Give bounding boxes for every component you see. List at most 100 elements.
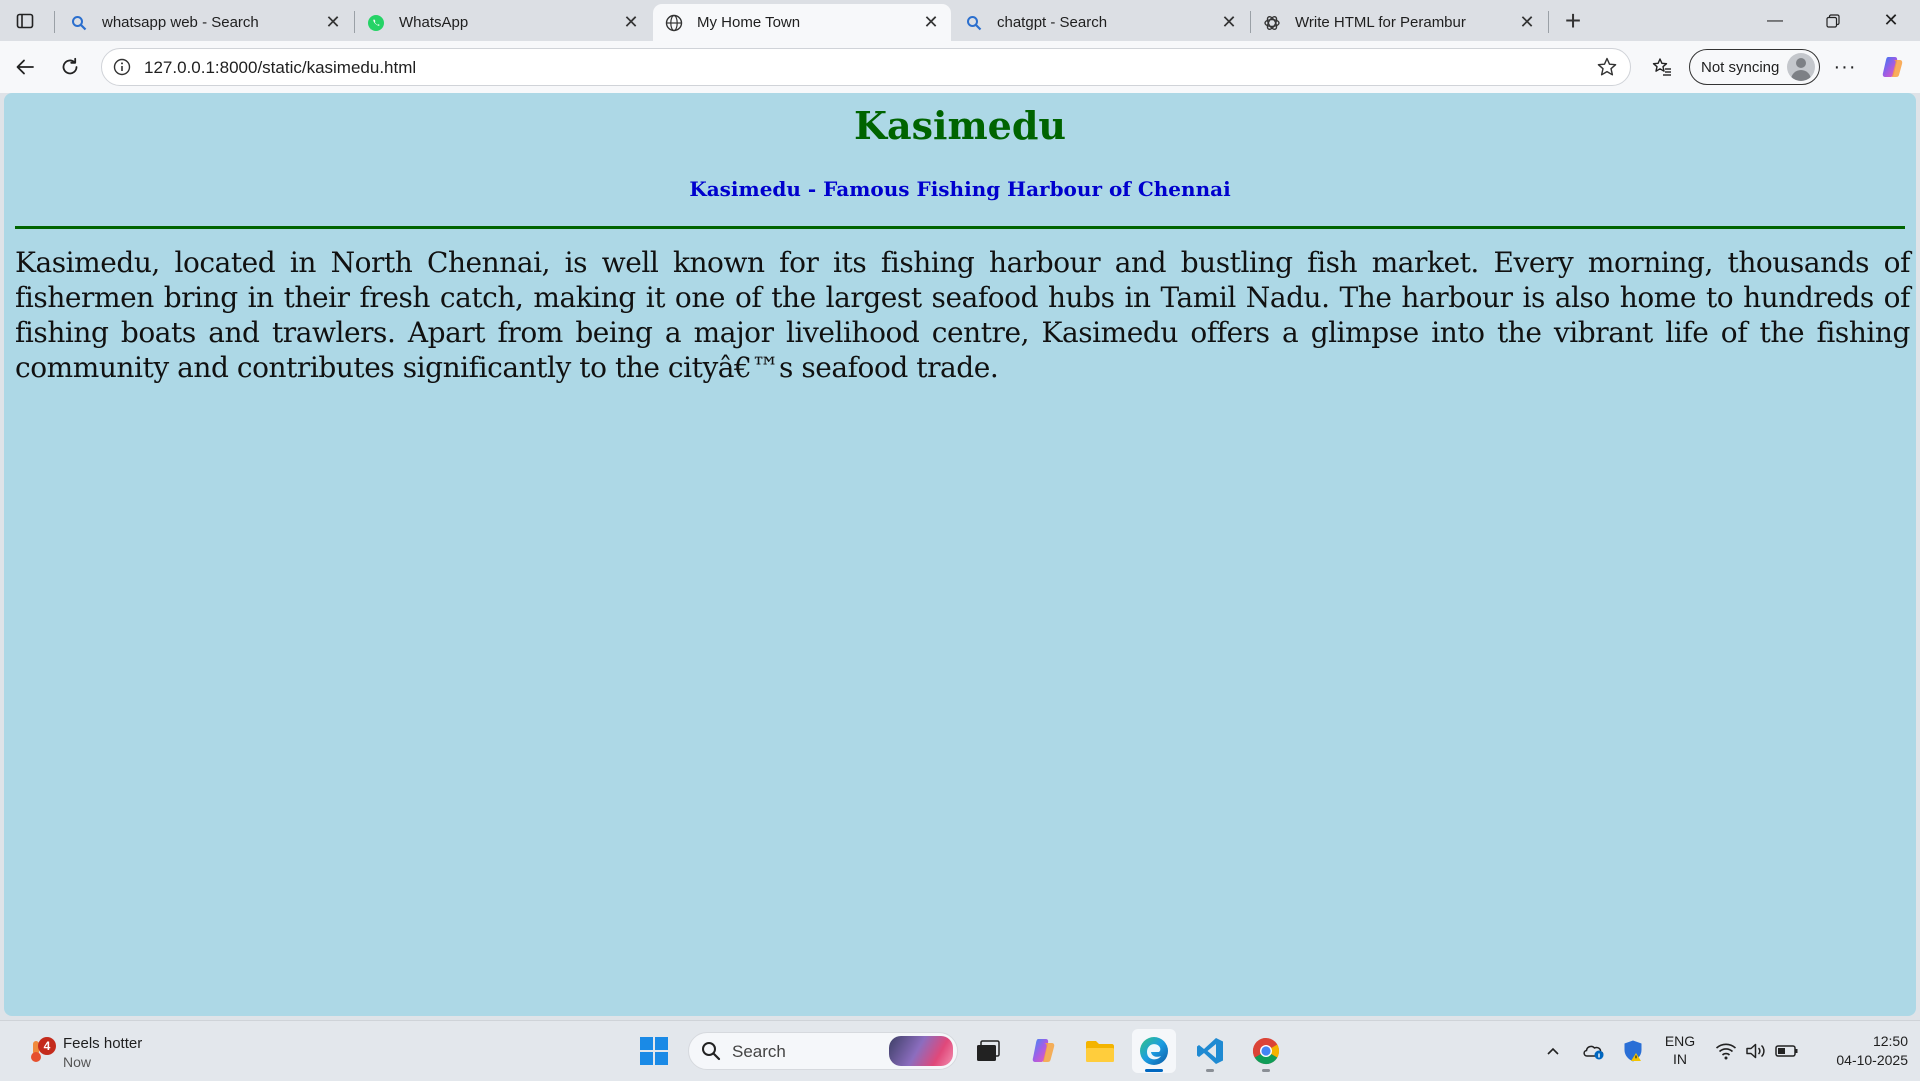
tab-title: WhatsApp [399,14,469,31]
minimize-icon: — [1767,11,1783,29]
favorites-icon [1652,58,1671,76]
favorite-star-icon[interactable] [1596,56,1618,78]
tab-actions-icon [16,13,34,29]
back-button[interactable] [8,50,42,84]
tab-separator [1548,11,1549,33]
volume-tray-button[interactable] [1744,1029,1768,1073]
tab-title: whatsapp web - Search [102,14,259,31]
back-arrow-icon [16,59,34,75]
start-button[interactable] [632,1029,676,1073]
sync-status-label: Not syncing [1701,58,1780,76]
show-hidden-icons-button[interactable] [1541,1029,1565,1073]
tab-my-home-town[interactable]: My Home Town ✕ [653,4,951,41]
new-tab-button[interactable]: + [1558,5,1588,36]
more-options-icon: ··· [1833,55,1857,78]
file-explorer-button[interactable] [1078,1029,1122,1073]
vscode-taskbar-button[interactable] [1188,1029,1232,1073]
wifi-tray-button[interactable] [1714,1029,1738,1073]
tab-strip: whatsapp web - Search ✕ WhatsApp ✕ My Ho… [0,0,1920,41]
task-view-button[interactable] [966,1029,1010,1073]
page-subtitle: Kasimedu - Famous Fishing Harbour of Che… [689,177,1231,201]
tab-write-html-perambur[interactable]: Write HTML for Perambur ✕ [1251,4,1547,41]
refresh-button[interactable] [53,50,87,84]
edge-taskbar-button[interactable] [1132,1029,1176,1073]
search-icon [702,1042,721,1061]
refresh-icon [62,57,78,75]
address-bar[interactable]: 127.0.0.1:8000/static/kasimedu.html [101,48,1631,86]
tab-whatsapp[interactable]: WhatsApp ✕ [355,4,651,41]
copilot-button[interactable] [1876,50,1910,84]
restore-button[interactable] [1804,0,1862,41]
search-placeholder: Search [732,1042,786,1061]
close-tab-icon[interactable]: ✕ [621,12,641,33]
close-tab-icon[interactable]: ✕ [1517,12,1537,33]
folder-icon [1086,1041,1114,1062]
tab-title: My Home Town [697,14,801,31]
search-icon [965,14,983,32]
tab-actions-button[interactable] [10,8,40,34]
minimize-button[interactable]: — [1746,0,1804,41]
browser-toolbar: 127.0.0.1:8000/static/kasimedu.html Not … [0,41,1920,93]
taskbar: 4 Feels hotter Now Search ENG IN 12:50 0… [0,1020,1920,1081]
weather-widget[interactable]: 4 Feels hotter Now [22,1029,172,1073]
close-window-button[interactable]: ✕ [1862,0,1920,41]
close-tab-icon[interactable]: ✕ [1219,12,1239,33]
avatar [1787,53,1815,81]
chevron-up-icon [1547,1047,1559,1055]
settings-more-button[interactable]: ··· [1828,50,1862,84]
tab-chatgpt-search[interactable]: chatgpt - Search ✕ [953,4,1249,41]
plus-icon: + [1564,5,1582,36]
close-icon: ✕ [1883,10,1899,30]
tab-separator [54,11,55,33]
copilot-icon [1882,57,1903,77]
battery-tray-button[interactable] [1774,1029,1800,1073]
favorites-button[interactable] [1645,50,1679,84]
divider [15,226,1905,229]
clock-time: 12:50 [1872,1033,1908,1049]
running-indicator [1262,1069,1270,1072]
tab-title: Write HTML for Perambur [1295,14,1466,31]
clock[interactable]: 12:50 04-10-2025 [1812,1032,1908,1070]
site-info-icon[interactable] [112,57,132,77]
restore-icon [1826,13,1840,28]
tab-whatsapp-web-search[interactable]: whatsapp web - Search ✕ [58,4,353,41]
notification-badge: 4 [38,1037,56,1055]
wifi-icon [1715,1043,1737,1060]
edge-icon [1140,1037,1168,1065]
weather-text: Feels hotter [63,1035,143,1052]
speaker-icon [1746,1043,1765,1059]
globe-icon [665,14,683,32]
windows-logo-icon [640,1037,668,1065]
chrome-taskbar-button[interactable] [1244,1029,1288,1073]
profile-sync-button[interactable]: Not syncing [1689,49,1820,85]
security-tray-button[interactable] [1620,1029,1646,1073]
vscode-icon [1197,1038,1223,1064]
whatsapp-icon [367,14,385,32]
close-tab-icon[interactable]: ✕ [323,12,343,33]
description-paragraph: Kasimedu, located in North Chennai, is w… [15,246,1910,384]
battery-icon [1775,1045,1798,1057]
search-icon [70,14,88,32]
address-url[interactable]: 127.0.0.1:8000/static/kasimedu.html [144,58,416,78]
onedrive-tray-button[interactable] [1580,1029,1606,1073]
input-language-indicator[interactable]: ENG IN [1660,1032,1700,1068]
running-indicator [1145,1069,1163,1072]
tab-title: chatgpt - Search [997,14,1108,31]
close-tab-icon[interactable]: ✕ [921,12,941,33]
region-code: IN [1673,1051,1687,1067]
shield-icon [1624,1040,1642,1062]
chrome-icon [1252,1037,1280,1065]
page-title: Kasimedu [853,103,1067,148]
web-page: Kasimedu Kasimedu - Famous Fishing Harbo… [4,93,1916,1016]
weather-time: Now [63,1054,92,1070]
chatgpt-icon [1263,14,1281,32]
taskbar-search[interactable]: Search [688,1032,958,1070]
task-view-icon [977,1040,1000,1061]
cloud-icon [1583,1045,1604,1060]
copilot-icon [1032,1039,1055,1062]
clock-date: 04-10-2025 [1836,1052,1908,1068]
running-indicator [1206,1069,1214,1072]
copilot-taskbar-button[interactable] [1022,1029,1066,1073]
language-code: ENG [1664,1033,1696,1049]
search-highlight-image [889,1036,953,1066]
